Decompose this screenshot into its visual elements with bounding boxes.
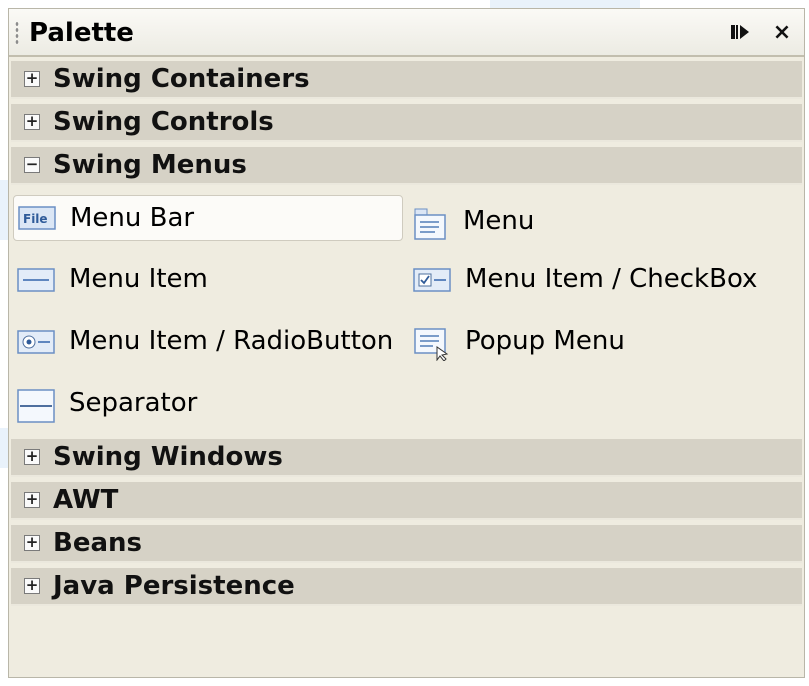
palette-item-menu-item[interactable]: Menu Item (13, 257, 403, 303)
category-label: Swing Controls (53, 107, 274, 137)
menu-bar-icon: File (18, 204, 56, 234)
expand-icon[interactable]: + (24, 71, 40, 87)
menu-item-radiobutton-icon (17, 327, 55, 357)
item-label: Menu Item (69, 264, 208, 294)
minimize-icon[interactable] (727, 18, 753, 46)
palette-item-popup-menu[interactable]: Popup Menu (409, 319, 789, 365)
category-swing-menus[interactable]: − Swing Menus (11, 147, 802, 185)
collapse-icon[interactable]: − (24, 157, 40, 173)
item-label: Menu Bar (70, 203, 195, 233)
close-button[interactable]: × (769, 18, 795, 46)
menu-item-checkbox-icon (413, 265, 451, 295)
menu-bar-icon-text: File (23, 212, 48, 226)
drag-grip-icon[interactable] (15, 21, 19, 45)
separator-icon (17, 389, 55, 423)
category-label: Java Persistence (53, 571, 295, 601)
category-swing-containers[interactable]: + Swing Containers (11, 61, 802, 99)
popup-menu-icon (413, 327, 451, 362)
palette-item-separator[interactable]: Separator (13, 381, 403, 427)
menu-item-icon (17, 265, 55, 295)
item-label: Menu Item / RadioButton (69, 326, 394, 356)
menu-icon (411, 207, 449, 240)
item-label: Menu Item / CheckBox (465, 264, 758, 294)
expand-icon[interactable]: + (24, 449, 40, 465)
item-label: Separator (69, 388, 198, 418)
category-awt[interactable]: + AWT (11, 482, 802, 520)
palette-item-menu-bar[interactable]: File Menu Bar (13, 195, 403, 241)
item-label: Menu (463, 206, 535, 236)
category-swing-controls[interactable]: + Swing Controls (11, 104, 802, 142)
palette-titlebar[interactable]: Palette × (9, 9, 804, 57)
palette-title: Palette (29, 18, 134, 48)
category-label: Swing Containers (53, 64, 310, 94)
palette-window: Palette × + Swing Containers + Swing Con… (8, 8, 805, 678)
palette-item-menu-item-radiobutton[interactable]: Menu Item / RadioButton (13, 319, 403, 365)
category-swing-windows[interactable]: + Swing Windows (11, 439, 802, 477)
category-java-persistence[interactable]: + Java Persistence (11, 568, 802, 606)
category-label: Swing Windows (53, 442, 283, 472)
background-tint (490, 0, 640, 8)
item-label: Popup Menu (465, 326, 625, 356)
expand-icon[interactable]: + (24, 114, 40, 130)
category-label: Beans (53, 528, 142, 558)
category-label: AWT (53, 485, 119, 515)
palette-item-menu[interactable]: Menu (407, 199, 787, 245)
expand-icon[interactable]: + (24, 535, 40, 551)
expand-icon[interactable]: + (24, 578, 40, 594)
expand-icon[interactable]: + (24, 492, 40, 508)
category-beans[interactable]: + Beans (11, 525, 802, 563)
palette-item-menu-item-checkbox[interactable]: Menu Item / CheckBox (409, 257, 789, 303)
category-label: Swing Menus (53, 150, 247, 180)
